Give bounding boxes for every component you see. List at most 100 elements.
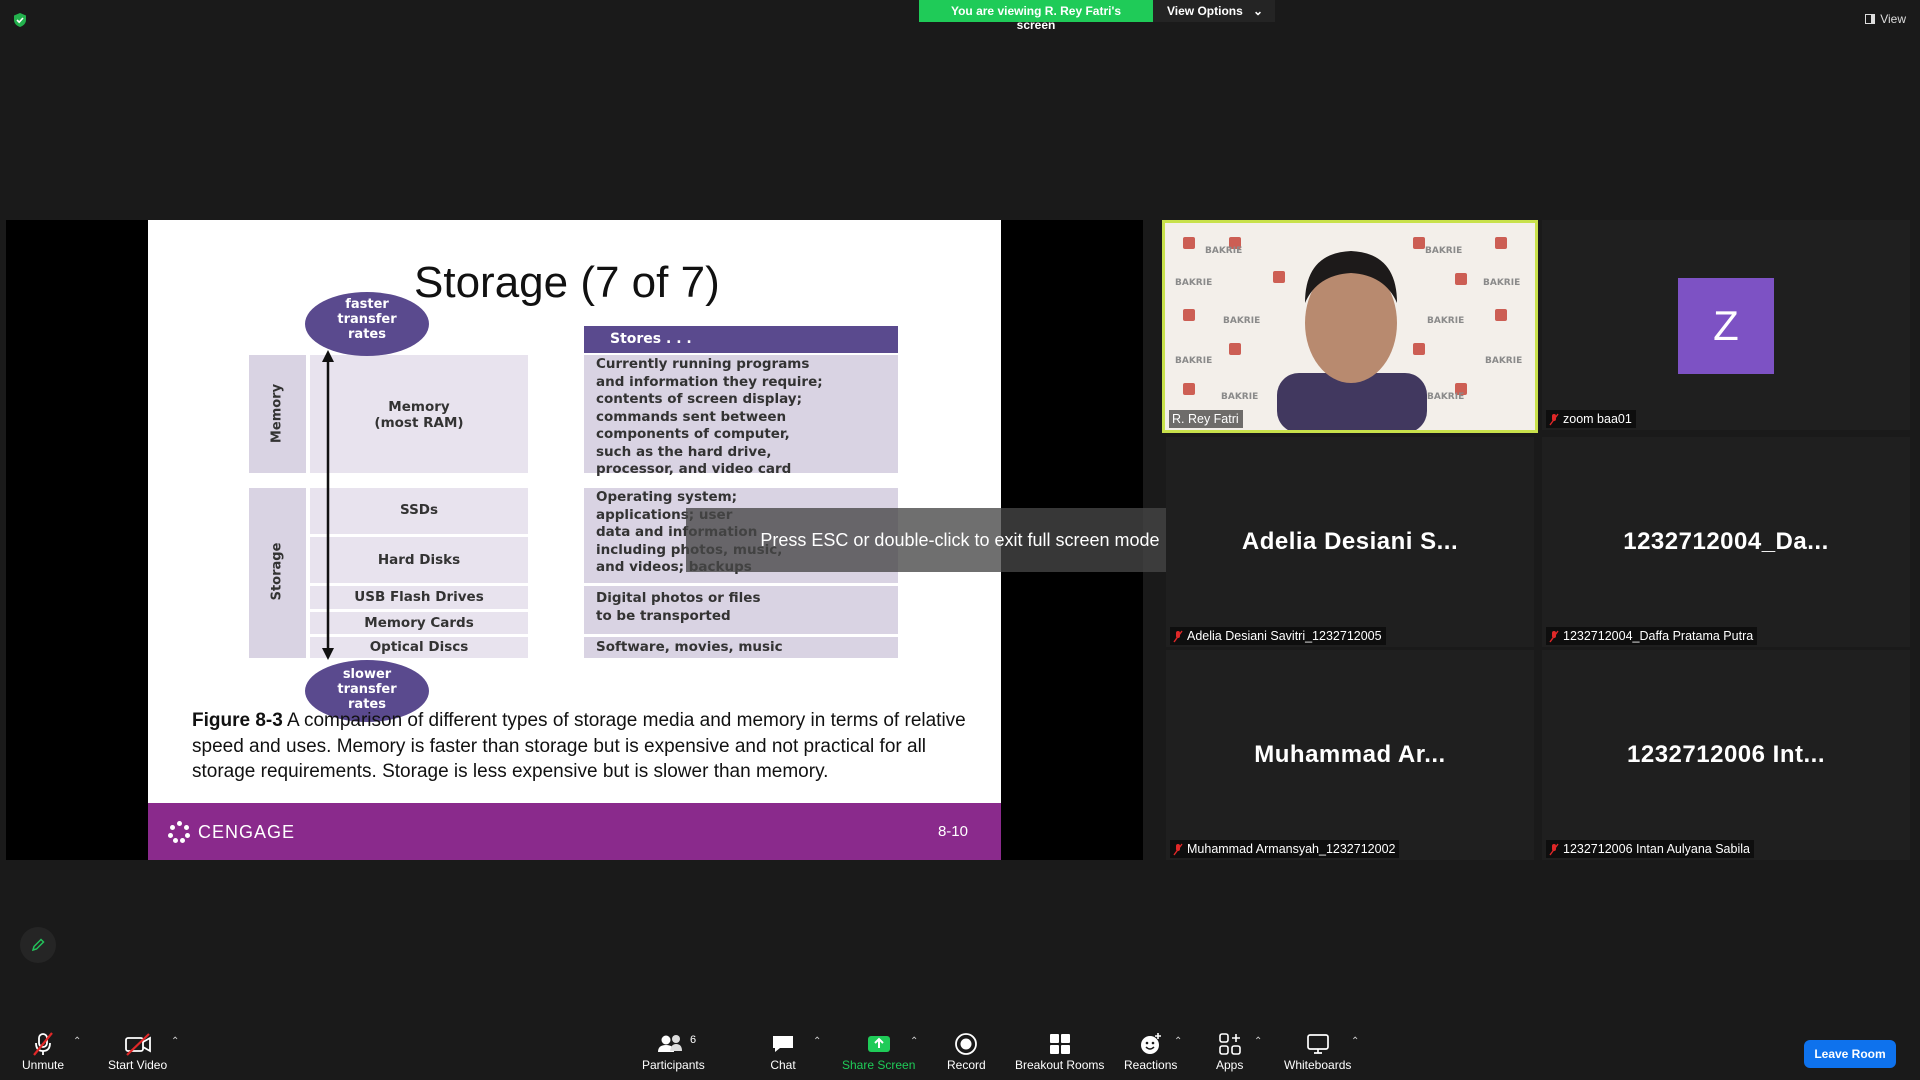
video-tile-r-rey-fatri[interactable]: BAKRIE BAKRIE BAKRIE BAKRIE BAKRIE BAKRIE BAK… [1162, 220, 1538, 433]
ssds-row: SSDs [310, 488, 528, 534]
chat-label: Chat [770, 1058, 796, 1072]
video-tile-intan[interactable]: 1232712006 Int... 1232712006 Intan Aulya… [1542, 650, 1910, 860]
participant-name-tag: zoom baa01 [1546, 410, 1636, 428]
participant-name-tag: 1232712004_Daffa Pratama Putra [1546, 627, 1758, 645]
view-layout-label: View [1880, 12, 1906, 26]
memory-row-sublabel: (most RAM) [374, 415, 464, 431]
participant-display-name: Muhammad Ar... [1254, 741, 1446, 768]
viewing-banner: You are viewing R. Rey Fatri's screen Vi… [919, 0, 1275, 32]
participant-display-name: 1232712006 Int... [1627, 741, 1825, 768]
participants-icon [656, 1030, 690, 1058]
participants-count: 6 [690, 1034, 697, 1046]
unmute-button[interactable]: Unmute [22, 1030, 64, 1072]
viewing-banner-text: You are viewing R. Rey Fatri's screen [919, 0, 1153, 32]
svg-text:BAKRIE: BAKRIE [1175, 356, 1212, 366]
share-screen-label: Share Screen [842, 1058, 916, 1072]
fullscreen-exit-toast: Press ESC or double-click to exit full s… [686, 508, 1234, 572]
svg-text:BAKRIE: BAKRIE [1223, 316, 1260, 326]
record-button[interactable]: Record [947, 1030, 986, 1072]
optical-discs-row: Optical Discs [310, 637, 528, 658]
annotate-button[interactable] [20, 927, 56, 963]
hard-disks-row: Hard Disks [310, 537, 528, 583]
apps-options-caret-icon[interactable]: ⌃ [1254, 1036, 1262, 1047]
whiteboard-icon [1305, 1030, 1331, 1058]
view-layout-button[interactable]: View [1865, 12, 1906, 26]
meeting-toolbar: Unmute ⌃ Start Video ⌃ Participants 6 Ch… [0, 1022, 1920, 1080]
svg-text:BAKRIE: BAKRIE [1427, 392, 1464, 402]
memory-cards-row: Memory Cards [310, 612, 528, 634]
svg-text:BAKRIE: BAKRIE [1205, 246, 1242, 256]
share-screen-button[interactable]: Share Screen [842, 1030, 915, 1072]
participant-name-tag: R. Rey Fatri [1169, 410, 1243, 428]
figure-caption: Figure 8-3 A comparison of different typ… [192, 708, 982, 785]
whiteboards-options-caret-icon[interactable]: ⌃ [1351, 1036, 1359, 1047]
stores-header: Stores . . . [584, 326, 898, 353]
chat-button[interactable]: Chat [770, 1030, 796, 1072]
memory-row: Memory (most RAM) [310, 355, 528, 473]
share-options-caret-icon[interactable]: ⌃ [910, 1036, 918, 1047]
record-label: Record [947, 1058, 986, 1072]
cengage-brand-text: CENGAGE [198, 821, 296, 842]
pencil-icon [31, 938, 45, 952]
apps-icon [1217, 1030, 1243, 1058]
participant-name-tag: 1232712006 Intan Aulyana Sabila [1546, 840, 1754, 858]
storage-group-label: Storage [269, 542, 285, 601]
video-tile-muhammad[interactable]: Muhammad Ar... Muhammad Armansyah_123271… [1166, 650, 1534, 860]
software-desc: Software, movies, music [596, 639, 783, 655]
digital-desc: Digital photos or files to be transported [596, 590, 761, 624]
reactions-options-caret-icon[interactable]: ⌃ [1174, 1036, 1182, 1047]
reactions-label: Reactions [1124, 1058, 1178, 1072]
memory-row-label: Memory [388, 399, 450, 415]
whiteboards-label: Whiteboards [1284, 1058, 1352, 1072]
participant-display-name: Adelia Desiani S... [1241, 528, 1459, 555]
slide-page-number: 8-10 [937, 823, 968, 840]
breakout-rooms-icon [1047, 1030, 1073, 1058]
apps-label: Apps [1216, 1058, 1244, 1072]
participant-name-tag: Muhammad Armansyah_1232712002 [1170, 840, 1400, 858]
whiteboards-button[interactable]: Whiteboards [1284, 1030, 1351, 1072]
leave-room-button[interactable]: Leave Room [1804, 1040, 1896, 1068]
view-options-button[interactable]: View Options ⌄ [1153, 0, 1275, 22]
video-tile-daffa[interactable]: 1232712004_Da... 1232712004_Daffa Pratam… [1542, 437, 1910, 647]
svg-text:BAKRIE: BAKRIE [1175, 278, 1212, 288]
slide-footer: CENGAGE 8-10 [148, 803, 1001, 860]
slide-title: Storage (7 of 7) [414, 258, 720, 307]
svg-text:BAKRIE: BAKRIE [1425, 246, 1462, 256]
mic-muted-icon [1173, 630, 1183, 642]
chat-options-caret-icon[interactable]: ⌃ [813, 1036, 821, 1047]
svg-text:BAKRIE: BAKRIE [1221, 392, 1258, 402]
layout-grid-icon [1865, 14, 1876, 24]
encryption-shield-icon[interactable] [12, 12, 28, 28]
memory-group-label: Memory [269, 383, 285, 444]
audio-options-caret-icon[interactable]: ⌃ [73, 1036, 81, 1047]
participant-name-tag: Adelia Desiani Savitri_1232712005 [1170, 627, 1386, 645]
video-tile-zoom-baa01[interactable]: Z zoom baa01 [1542, 220, 1910, 430]
mic-muted-icon [1549, 843, 1559, 855]
svg-text:BAKRIE: BAKRIE [1427, 316, 1464, 326]
breakout-rooms-button[interactable]: Breakout Rooms [1015, 1030, 1104, 1072]
svg-text:BAKRIE: BAKRIE [1483, 278, 1520, 288]
speed-arrow [322, 350, 334, 660]
video-off-icon [123, 1030, 153, 1058]
apps-button[interactable]: Apps [1216, 1030, 1243, 1072]
cengage-mark-icon [168, 821, 190, 843]
svg-text:BAKRIE: BAKRIE [1485, 356, 1522, 366]
usb-row: USB Flash Drives [310, 586, 528, 609]
record-icon [953, 1030, 979, 1058]
participants-label: Participants [642, 1058, 705, 1072]
faster-transfer-oval: faster transfer rates [305, 292, 429, 356]
mic-muted-icon [1173, 843, 1183, 855]
video-tile-adelia[interactable]: Adelia Desiani S... Adelia Desiani Savit… [1166, 437, 1534, 647]
reactions-button[interactable]: Reactions [1124, 1030, 1177, 1072]
cengage-logo: CENGAGE [168, 821, 295, 843]
chevron-down-icon: ⌄ [1252, 4, 1263, 18]
avatar: Z [1678, 278, 1774, 374]
participant-display-name: 1232712004_Da... [1623, 528, 1829, 555]
video-options-caret-icon[interactable]: ⌃ [171, 1036, 179, 1047]
caption-text: A comparison of different types of stora… [192, 710, 966, 782]
view-options-label: View Options [1167, 4, 1243, 18]
start-video-button[interactable]: Start Video [108, 1030, 167, 1072]
start-video-label: Start Video [108, 1058, 168, 1072]
breakout-rooms-label: Breakout Rooms [1015, 1058, 1105, 1072]
unmute-label: Unmute [22, 1058, 65, 1072]
